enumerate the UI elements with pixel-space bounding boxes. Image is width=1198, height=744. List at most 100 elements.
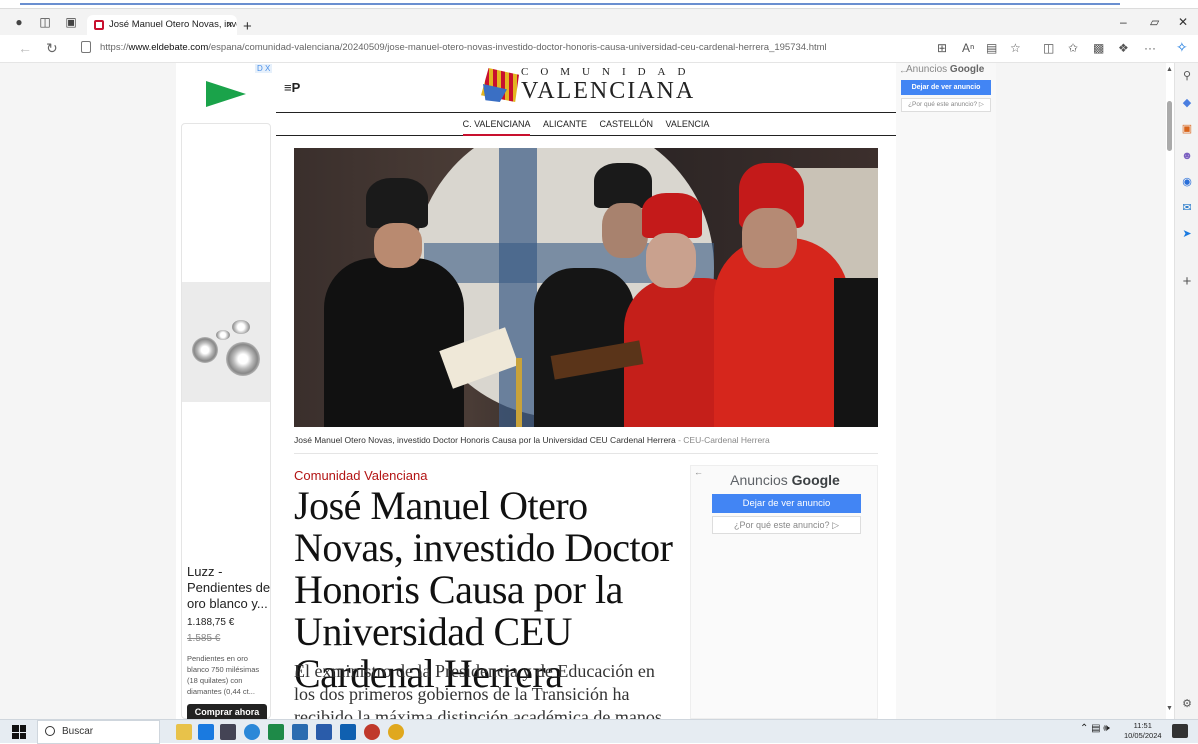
taskbar-app-chrome-icon[interactable]: [388, 724, 404, 740]
sidebar-tag-icon[interactable]: ◆: [1180, 96, 1194, 110]
minimize-icon[interactable]: –: [1120, 15, 1127, 29]
taskbar-app-powerpoint-icon[interactable]: [364, 724, 380, 740]
taskbar-app-paint-icon[interactable]: [176, 724, 192, 740]
site-header: ≡P COMUNIDAD VALENCIANA C. VALENCIANA AL…: [276, 63, 896, 143]
far-right-margin: [996, 63, 1166, 719]
taskbar-app-word-icon[interactable]: [316, 724, 332, 740]
tab-close-icon[interactable]: ×: [227, 15, 233, 35]
tab-active[interactable]: José Manuel Otero Novas, invest ×: [87, 15, 237, 35]
sidebar-search-icon[interactable]: ⚲: [1180, 69, 1194, 83]
profile-icon[interactable]: ●: [10, 13, 28, 31]
why-this-ad-button[interactable]: ¿Por qué este anuncio? ▷: [712, 516, 861, 534]
caption-text: José Manuel Otero Novas, investido Docto…: [294, 435, 676, 445]
new-tab-button[interactable]: +: [243, 18, 252, 35]
url-prefix: https://: [100, 42, 129, 53]
site-logo[interactable]: COMUNIDAD VALENCIANA: [481, 66, 701, 106]
logo-text-top: COMUNIDAD: [521, 66, 698, 78]
restore-icon[interactable]: ▱: [1150, 15, 1159, 29]
nav-c-valenciana[interactable]: C. VALENCIANA: [462, 115, 531, 136]
scroll-thumb[interactable]: [1167, 101, 1172, 151]
photo-caption: José Manuel Otero Novas, investido Docto…: [294, 435, 878, 454]
sidebar-add-icon[interactable]: +: [1180, 274, 1194, 289]
eldebate-favicon-icon: [94, 20, 104, 30]
google-ad-panel: ← Anuncios Google Dejar de ver anuncio ¿…: [690, 465, 878, 719]
ad-description: Pendientes en oro blanco 750 milésimas (…: [187, 654, 260, 696]
windows-icon[interactable]: [12, 725, 26, 739]
split-screen-icon[interactable]: ◫: [1043, 41, 1054, 55]
nav-alicante[interactable]: ALICANTE: [543, 113, 587, 135]
taskbar-app-edge-icon[interactable]: [244, 724, 260, 740]
more-menu-icon[interactable]: ···: [1144, 41, 1156, 55]
address-bar: ← ↻ https://www.eldebate.com/espana/comu…: [0, 35, 1198, 63]
page-viewport: D X Luzz - Pendientes de oro blanco y...…: [0, 63, 1166, 719]
sidebar-send-icon[interactable]: ➤: [1180, 227, 1194, 241]
favorites-icon[interactable]: ✩: [1068, 41, 1078, 55]
tab-title: José Manuel Otero Novas, invest: [109, 19, 237, 30]
ad-product-title[interactable]: Luzz - Pendientes de oro blanco y...: [187, 564, 272, 612]
sidebar-people-icon[interactable]: ☻: [1180, 149, 1194, 163]
right-margin: [896, 63, 996, 719]
earrings-image: [182, 282, 270, 402]
taskbar-app-people-icon[interactable]: [198, 724, 214, 740]
why-this-ad-button-small[interactable]: ¿Por qué este anuncio? ▷: [901, 98, 991, 112]
taskbar-search-label: Buscar: [62, 726, 94, 737]
taskbar-clock[interactable]: 11:51 10/05/2024: [1124, 721, 1162, 741]
taskbar-search[interactable]: Buscar: [37, 720, 160, 744]
lock-icon[interactable]: [81, 41, 91, 53]
url-domain: www.eldebate.com: [128, 42, 209, 53]
page-scrollbar[interactable]: ▲ ▼: [1166, 63, 1174, 719]
article-photo: [294, 148, 878, 427]
sidebar-outlook-icon[interactable]: ✉: [1180, 201, 1194, 215]
taskbar-app-taskview-icon[interactable]: [220, 724, 236, 740]
extensions-icon[interactable]: ❖: [1118, 41, 1129, 55]
top-banner-ad[interactable]: D X: [176, 63, 276, 123]
edge-sidebar: ⚲ ◆ ▣ ☻ ◉ ✉ ➤ + ⚙: [1174, 63, 1198, 719]
read-aloud-icon[interactable]: Aⁿ: [962, 41, 974, 55]
sidebar-settings-icon[interactable]: ⚙: [1180, 697, 1194, 711]
ad-old-price: 1.585 €: [187, 633, 221, 644]
logo-text-bottom: VALENCIANA: [521, 78, 696, 104]
play-arrow-icon: [206, 81, 246, 107]
sidebar-tools-icon[interactable]: ▣: [1180, 122, 1194, 136]
search-icon: [45, 726, 55, 736]
url-path: /espana/comunidad-valenciana/20240509/jo…: [208, 42, 827, 53]
article-section-label[interactable]: Comunidad Valenciana: [294, 468, 427, 483]
product-ad[interactable]: Luzz - Pendientes de oro blanco y... 1.1…: [181, 123, 271, 719]
section-nav: C. VALENCIANA ALICANTE CASTELLÓN VALENCI…: [276, 112, 896, 136]
google-ads-label-small: Anuncios Google: [906, 64, 985, 75]
scroll-down-icon[interactable]: ▼: [1166, 705, 1173, 712]
workspaces-icon[interactable]: ◫: [36, 13, 54, 31]
url-field[interactable]: https://www.eldebate.com/espana/comunida…: [100, 40, 827, 56]
back-icon[interactable]: ←: [18, 40, 32, 56]
windows-taskbar: Buscar ⌃ ▤ 🕪 11:51 10/05/2024: [0, 719, 1198, 744]
top-strip: [0, 0, 1198, 9]
caption-source: - CEU-Cardenal Herrera: [675, 435, 770, 445]
scroll-up-icon[interactable]: ▲: [1166, 66, 1173, 73]
immersive-reader-icon[interactable]: ▤: [986, 41, 997, 55]
clock-time: 11:51: [1133, 721, 1152, 730]
taskbar-app-store-icon[interactable]: [292, 724, 308, 740]
taskbar-app-excel-icon[interactable]: [268, 724, 284, 740]
refresh-icon[interactable]: ↻: [46, 40, 58, 57]
google-ads-label: Anuncios Google: [730, 472, 840, 488]
stop-seeing-ad-button[interactable]: Dejar de ver anuncio: [712, 494, 861, 513]
ad-choices-icon[interactable]: D X: [255, 64, 273, 73]
ad-price: 1.188,75 €: [187, 617, 235, 628]
system-tray-icons[interactable]: ⌃ ▤ 🕪: [1080, 723, 1110, 734]
menu-icon[interactable]: ≡P: [284, 80, 300, 95]
notifications-icon[interactable]: [1172, 724, 1188, 738]
collections-icon[interactable]: ▩: [1093, 41, 1104, 55]
sidebar-office-icon[interactable]: ◉: [1180, 175, 1194, 189]
favorite-icon[interactable]: ☆: [1010, 41, 1021, 55]
apps-icon[interactable]: ⊞: [937, 41, 947, 55]
copilot-icon[interactable]: ✧: [1176, 39, 1188, 56]
stop-seeing-ad-button-small[interactable]: Dejar de ver anuncio: [901, 80, 991, 95]
nav-valencia[interactable]: VALENCIA: [666, 113, 710, 135]
nav-castellon[interactable]: CASTELLÓN: [600, 113, 654, 135]
left-margin: [0, 63, 176, 719]
tab-actions-icon[interactable]: ▣: [62, 13, 80, 31]
taskbar-app-outlook-icon[interactable]: [340, 724, 356, 740]
title-bar: ● ◫ ▣ José Manuel Otero Novas, invest × …: [0, 9, 1198, 35]
close-window-icon[interactable]: ✕: [1178, 15, 1188, 29]
buy-now-button[interactable]: Comprar ahora: [187, 704, 267, 719]
